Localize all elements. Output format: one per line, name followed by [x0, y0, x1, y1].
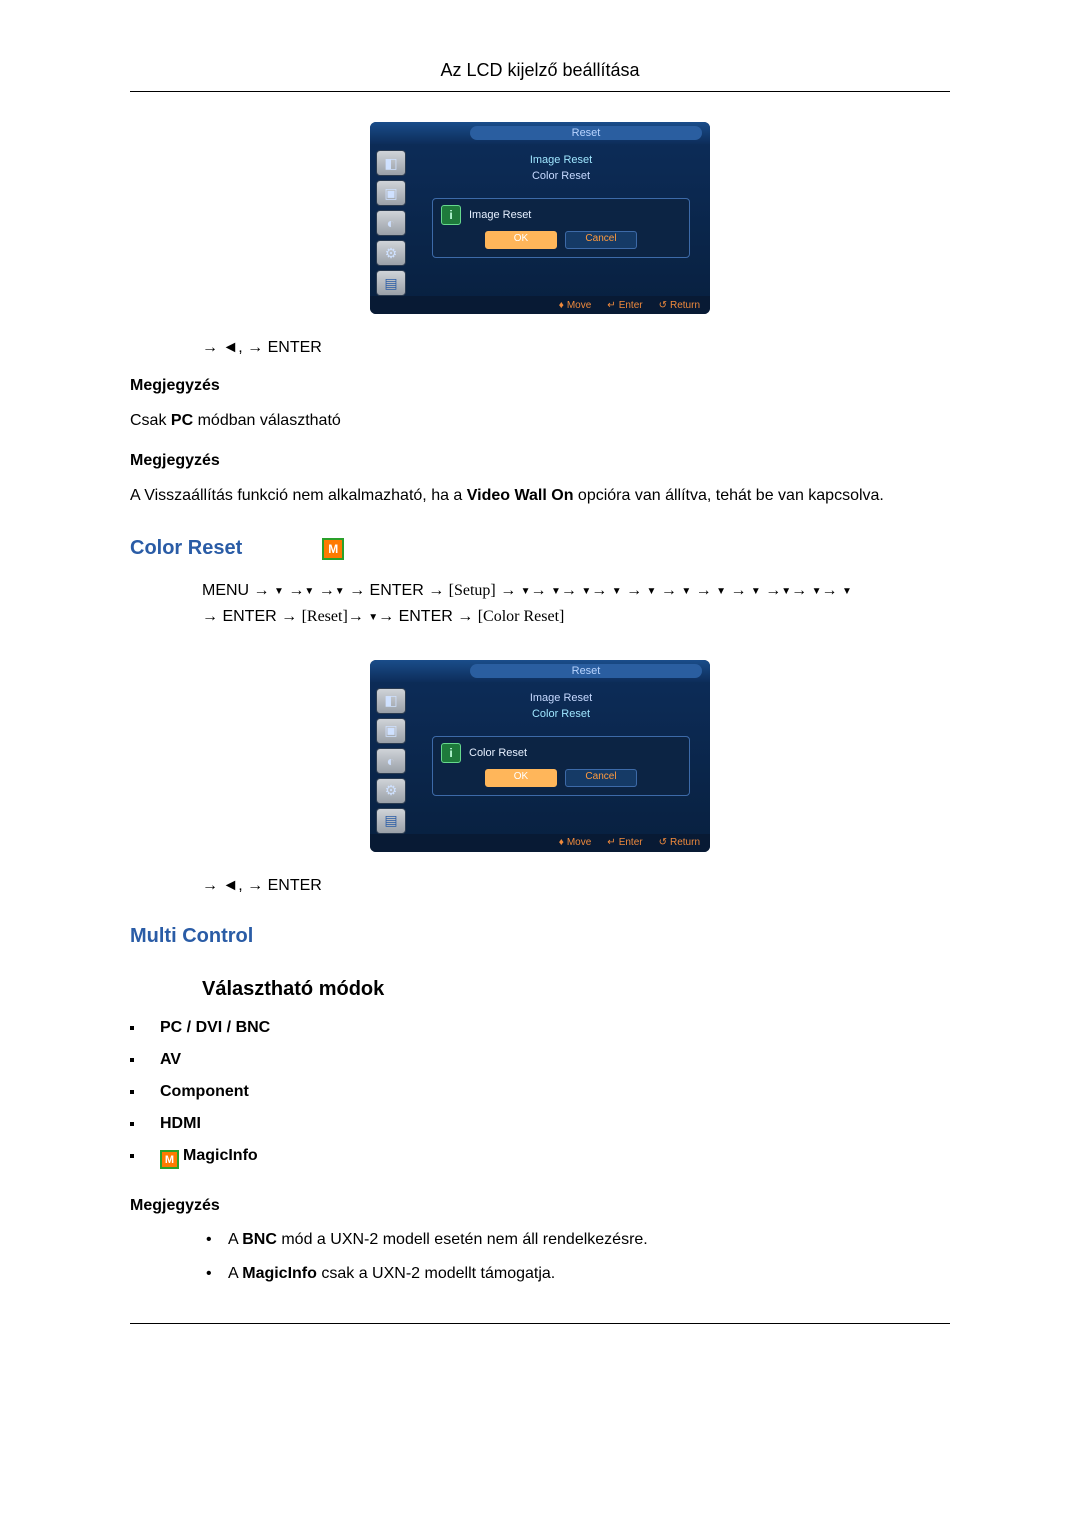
osd-screenshot-1: Reset ◧ ▣ ◐ ⚙ ▤ Image Reset Color Reset … [130, 122, 950, 319]
osd2-item-image-reset: Image Reset [420, 690, 702, 706]
osd1-footer: ♦ Move ↵ Enter ↺ Return [370, 296, 710, 314]
note-heading-1: Megjegyzés [130, 377, 950, 395]
osd1-item-image-reset: Image Reset [420, 152, 702, 168]
note-heading-3: Megjegyzés [130, 1197, 950, 1215]
osd-icon-setup: ⚙ [376, 778, 406, 804]
note-2-text: A Visszaállítás funkció nem alkalmazható… [130, 484, 950, 507]
osd2-footer: ♦ Move ↵ Enter ↺ Return [370, 834, 710, 852]
osd2-ok-button: OK [485, 769, 557, 787]
osd2-title: Reset [470, 664, 702, 678]
osd-icon-sound: ◐ [376, 210, 406, 236]
osd1-footer-move: ♦ Move [559, 300, 592, 311]
osd-icon-input: ◧ [376, 688, 406, 714]
info-icon: i [441, 743, 461, 763]
note-heading-2: Megjegyzés [130, 452, 950, 470]
mode-component: Component [130, 1083, 950, 1101]
footer-rule [130, 1323, 950, 1324]
osd1-footer-return: ↺ Return [659, 300, 700, 311]
info-icon: i [441, 205, 461, 225]
osd-icon-multi: ▤ [376, 808, 406, 834]
mode-pc-dvi-bnc: PC / DVI / BNC [130, 1019, 950, 1037]
osd-icon-multi: ▤ [376, 270, 406, 296]
osd1-dialog: i Image Reset OK Cancel [432, 198, 690, 258]
mode-list: PC / DVI / BNC AV Component HDMI MMagicI… [130, 1019, 950, 1170]
osd2-footer-return: ↺ Return [659, 837, 700, 848]
heading-color-reset: Color Reset M [130, 537, 950, 560]
osd2-side-icons: ◧ ▣ ◐ ⚙ ▤ [370, 682, 412, 834]
osd1-cancel-button: Cancel [565, 231, 637, 249]
osd1-title: Reset [470, 126, 702, 140]
magicinfo-icon: M [322, 538, 344, 560]
note-magicinfo: A MagicInfo csak a UXN-2 modellt támogat… [202, 1265, 950, 1283]
mode-hdmi: HDMI [130, 1115, 950, 1133]
osd-icon-picture: ▣ [376, 718, 406, 744]
osd2-item-color-reset: Color Reset [420, 706, 702, 722]
osd-icon-input: ◧ [376, 150, 406, 176]
osd2-dialog: i Color Reset OK Cancel [432, 736, 690, 796]
osd2-cancel-button: Cancel [565, 769, 637, 787]
osd1-dialog-title: Image Reset [469, 209, 531, 221]
osd1-footer-enter: ↵ Enter [607, 300, 642, 311]
osd1-side-icons: ◧ ▣ ◐ ⚙ ▤ [370, 144, 412, 296]
mode-av: AV [130, 1051, 950, 1069]
heading-available-modes: Választható módok [202, 978, 950, 1001]
enter-sequence-2: → ◄, → ENTER [202, 877, 950, 895]
osd2-dialog-title: Color Reset [469, 747, 527, 759]
note-3-list: A BNC mód a UXN-2 modell esetén nem áll … [202, 1231, 950, 1283]
header-rule [130, 91, 950, 92]
mode-magicinfo: MMagicInfo [130, 1147, 950, 1170]
osd-icon-sound: ◐ [376, 748, 406, 774]
magicinfo-icon: M [160, 1150, 179, 1169]
menu-sequence-color-reset: MENU → → → → ENTER → [Setup] → → → → → →… [202, 578, 950, 629]
note-1-text: Csak PC módban választható [130, 409, 950, 432]
osd-icon-setup: ⚙ [376, 240, 406, 266]
page-header-title: Az LCD kijelző beállítása [130, 60, 950, 81]
osd1-item-color-reset: Color Reset [420, 168, 702, 184]
note-bnc: A BNC mód a UXN-2 modell esetén nem áll … [202, 1231, 950, 1249]
osd-icon-picture: ▣ [376, 180, 406, 206]
document-page: Az LCD kijelző beállítása Reset ◧ ▣ ◐ ⚙ … [0, 0, 1080, 1372]
osd-screenshot-2: Reset ◧ ▣ ◐ ⚙ ▤ Image Reset Color Reset … [130, 660, 950, 857]
osd1-ok-button: OK [485, 231, 557, 249]
heading-multi-control: Multi Control [130, 925, 950, 948]
enter-sequence-1: → ◄, → ENTER [202, 339, 950, 357]
osd2-footer-move: ♦ Move [559, 837, 592, 848]
osd2-footer-enter: ↵ Enter [607, 837, 642, 848]
